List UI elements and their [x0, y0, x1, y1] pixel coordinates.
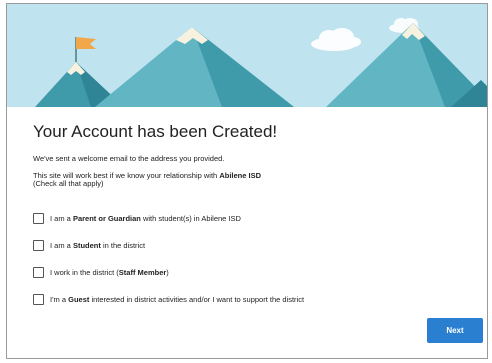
guest-option[interactable]: I'm a Guest interested in district activ…: [33, 292, 304, 306]
option-emphasis: Staff Member: [118, 267, 167, 277]
next-button[interactable]: Next: [427, 318, 483, 343]
student-label: I am a Student in the district: [50, 241, 145, 250]
staff-member-checkbox[interactable]: [33, 266, 44, 278]
staff-member-option[interactable]: I work in the district (Staff Member): [33, 265, 169, 279]
option-prefix: I am a: [50, 213, 73, 223]
option-suffix: in the district: [100, 240, 146, 250]
parent-guardian-checkbox[interactable]: [33, 212, 44, 224]
district-name: Abilene ISD: [219, 171, 262, 180]
welcome-email-text: We've sent a welcome email to the addres…: [33, 154, 225, 163]
option-prefix: I'm a: [50, 294, 69, 304]
option-prefix: I am a: [50, 240, 73, 250]
account-created-card: Your Account has been Created! We've sen…: [6, 3, 488, 359]
student-option[interactable]: I am a Student in the district: [33, 238, 145, 252]
option-emphasis: Parent or Guardian: [72, 213, 141, 223]
check-all-instruction: (Check all that apply): [33, 179, 104, 188]
page-title: Your Account has been Created!: [33, 122, 278, 141]
mountain-banner: [7, 4, 487, 107]
option-prefix: I work in the district (: [50, 267, 119, 277]
parent-guardian-label: I am a Parent or Guardian with student(s…: [50, 214, 241, 223]
parent-guardian-option[interactable]: I am a Parent or Guardian with student(s…: [33, 211, 241, 225]
option-emphasis: Guest: [68, 294, 90, 304]
account-created-screen: Your Account has been Created! We've sen…: [0, 0, 492, 363]
option-suffix: ): [166, 267, 169, 277]
guest-label: I'm a Guest interested in district activ…: [50, 295, 304, 304]
guest-checkbox[interactable]: [33, 293, 44, 305]
option-emphasis: Student: [72, 240, 101, 250]
student-checkbox[interactable]: [33, 239, 44, 251]
option-suffix: interested in district activities and/or…: [89, 294, 305, 304]
option-suffix: with student(s) in Abilene ISD: [140, 213, 241, 223]
staff-member-label: I work in the district (Staff Member): [50, 268, 169, 277]
